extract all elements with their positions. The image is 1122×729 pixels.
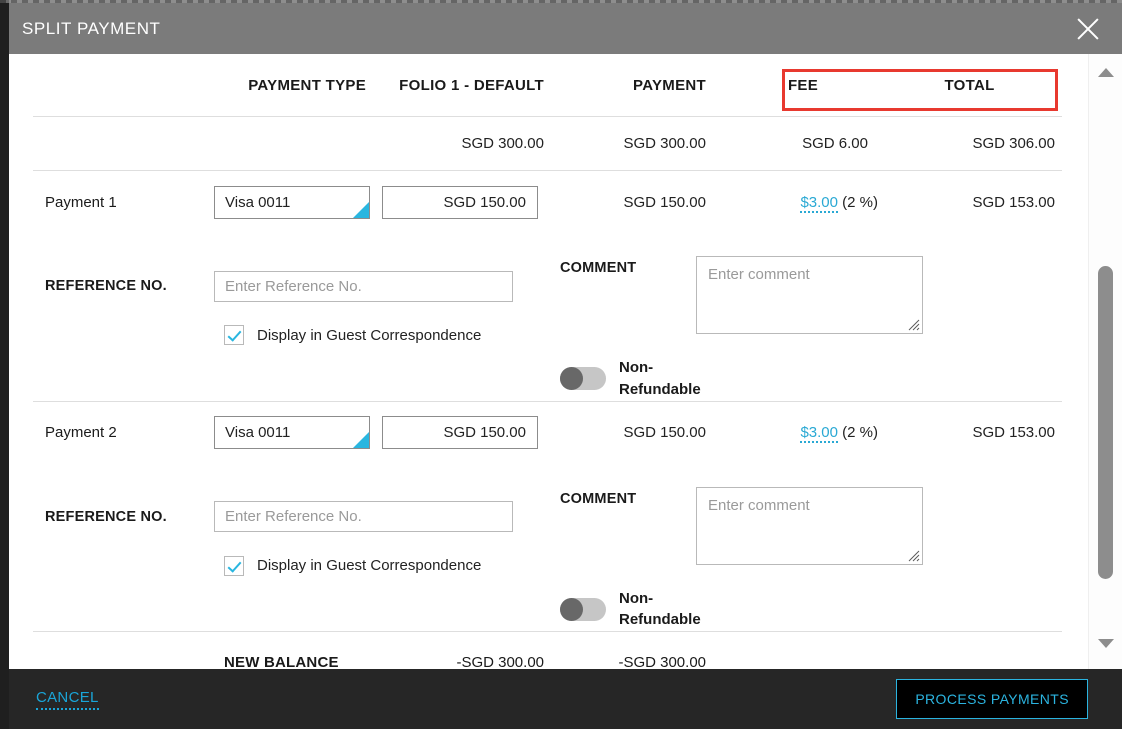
dialog-body: PAYMENT TYPE FOLIO 1 - DEFAULT PAYMENT F… [9,54,1122,669]
dialog-title: SPLIT PAYMENT [22,18,161,38]
folio-amount-cell: SGD 150.00 [382,416,560,449]
process-payments-button[interactable]: PROCESS PAYMENTS [896,679,1088,719]
header-fee: FEE [787,76,819,94]
display-correspondence-label: Display in Guest Correspondence [257,557,482,574]
toggle-knob [560,597,583,621]
comment-placeholder: Enter comment [708,496,810,514]
display-correspondence-checkbox[interactable] [224,325,244,345]
totals-payment: SGD 300.00 [623,135,706,152]
folio-amount-input[interactable]: SGD 150.00 [382,416,538,449]
comment-row: COMMENT Enter comment [560,229,1089,334]
comment-row: COMMENT Enter comment [560,460,1089,565]
new-balance-label-cell: NEW BALANCE [9,654,382,670]
payment-detail-left: REFERENCE NO. Enter Reference No. Displa… [9,229,560,345]
new-balance-row: NEW BALANCE -SGD 300.00 -SGD 300.00 [9,632,1089,670]
non-refundable-row[interactable]: Non-Refundable [560,357,1089,401]
scroll-down-icon[interactable] [1089,631,1122,657]
non-refundable-row[interactable]: Non-Refundable [560,588,1089,632]
payment-total: SGD 153.00 [972,193,1055,211]
header-total: TOTAL [944,76,995,94]
display-correspondence-row[interactable]: Display in Guest Correspondence [224,555,560,576]
reference-row: REFERENCE NO. Enter Reference No. [9,263,560,309]
payment-summary-row: Payment 1 Visa 0011 SGD 150.00 SGD 150.0… [9,171,1089,229]
reference-input[interactable]: Enter Reference No. [214,501,513,532]
reference-label: REFERENCE NO. [45,278,167,294]
payment-label: Payment 1 [45,193,117,211]
display-correspondence-label: Display in Guest Correspondence [257,326,482,344]
payment-block: Payment 2 Visa 0011 SGD 150.00 SGD 150.0… [9,402,1089,632]
fee-cell: $3.00 (2 %) [722,424,884,443]
scrollbar-thumb[interactable] [1098,266,1113,579]
comment-textarea[interactable]: Enter comment [696,256,923,334]
display-correspondence-row[interactable]: Display in Guest Correspondence [224,325,560,345]
non-refundable-label: Non-Refundable [619,359,701,398]
cancel-button[interactable]: CANCEL [36,689,99,710]
payment-detail-row: REFERENCE NO. Enter Reference No. Displa… [9,229,1089,401]
payment-detail-right: COMMENT Enter comment Non-Refundable [560,229,1089,401]
header-payment: PAYMENT [633,76,706,94]
resize-grip-icon[interactable] [908,319,920,331]
payment-type-select[interactable]: Visa 0011 [214,416,370,449]
new-balance-folio: -SGD 300.00 [456,653,544,670]
dialog-titlebar: SPLIT PAYMENT [9,3,1122,54]
totals-fee: SGD 6.00 [802,135,868,152]
page-backdrop [0,0,9,729]
split-payment-dialog: SPLIT PAYMENT PAYMENT TYPE FOLIO 1 - DEF… [9,3,1122,729]
folio-amount-cell: SGD 150.00 [382,185,560,219]
fee-amount-link[interactable]: $3.00 [800,193,838,213]
payment-detail-row: REFERENCE NO. Enter Reference No. Displa… [9,460,1089,632]
payment-label: Payment 2 [45,424,117,441]
display-correspondence-checkbox[interactable] [224,555,244,576]
fee-percent: (2 %) [842,193,878,211]
payment-type-cell: Visa 0011 [214,416,382,449]
scroll-up-icon[interactable] [1089,60,1122,86]
fee-amount-link[interactable]: $3.00 [800,424,838,443]
reference-label: REFERENCE NO. [45,508,167,525]
dialog-content: PAYMENT TYPE FOLIO 1 - DEFAULT PAYMENT F… [9,54,1089,669]
payment-detail-left: REFERENCE NO. Enter Reference No. Displa… [9,460,560,576]
dialog-footer: CANCEL PROCESS PAYMENTS [9,669,1122,729]
toggle-knob [560,367,583,391]
page-root: SPLIT PAYMENT PAYMENT TYPE FOLIO 1 - DEF… [0,0,1122,729]
dropdown-caret-icon [353,201,369,218]
header-folio: FOLIO 1 - DEFAULT [399,76,544,94]
reference-input[interactable]: Enter Reference No. [214,270,513,302]
comment-placeholder: Enter comment [708,266,810,283]
totals-total: SGD 306.00 [972,135,1055,152]
resize-grip-icon[interactable] [908,550,920,562]
non-refundable-toggle[interactable] [560,367,606,391]
payment-type-value: Visa 0011 [225,424,291,441]
payment-detail-right: COMMENT Enter comment Non-Refundable [560,460,1089,632]
non-refundable-toggle[interactable] [560,597,606,621]
new-balance-label: NEW BALANCE [224,653,339,670]
payment-block: Payment 1 Visa 0011 SGD 150.00 SGD 150.0… [9,171,1089,401]
comment-label: COMMENT [560,490,637,507]
payment-type-cell: Visa 0011 [214,185,382,219]
fee-cell: $3.00 (2 %) [722,193,884,213]
folio-amount-input[interactable]: SGD 150.00 [382,185,538,219]
dropdown-caret-icon [353,432,369,448]
comment-label: COMMENT [560,260,637,276]
totals-folio: SGD 300.00 [461,135,544,152]
scroll-area: PAYMENT TYPE FOLIO 1 - DEFAULT PAYMENT F… [9,54,1089,669]
payment-total: SGD 153.00 [972,424,1055,441]
reference-row: REFERENCE NO. Enter Reference No. [9,494,560,540]
comment-textarea[interactable]: Enter comment [696,486,923,565]
vertical-scrollbar[interactable] [1088,54,1122,669]
fee-percent: (2 %) [842,424,878,441]
payment-summary-row: Payment 2 Visa 0011 SGD 150.00 SGD 150.0… [9,402,1089,460]
new-balance-payment: -SGD 300.00 [618,653,706,670]
non-refundable-label: Non-Refundable [619,589,701,629]
header-payment-type: PAYMENT TYPE [248,76,366,94]
payment-amount: SGD 150.00 [623,424,706,441]
table-totals-row: SGD 300.00 SGD 300.00 SGD 6.00 SGD 306.0… [9,117,1089,170]
close-icon[interactable] [1071,12,1105,46]
payment-amount: SGD 150.00 [623,193,706,211]
payment-type-select[interactable]: Visa 0011 [214,185,370,219]
payment-type-value: Visa 0011 [225,193,291,211]
table-header-row: PAYMENT TYPE FOLIO 1 - DEFAULT PAYMENT F… [9,54,1089,116]
